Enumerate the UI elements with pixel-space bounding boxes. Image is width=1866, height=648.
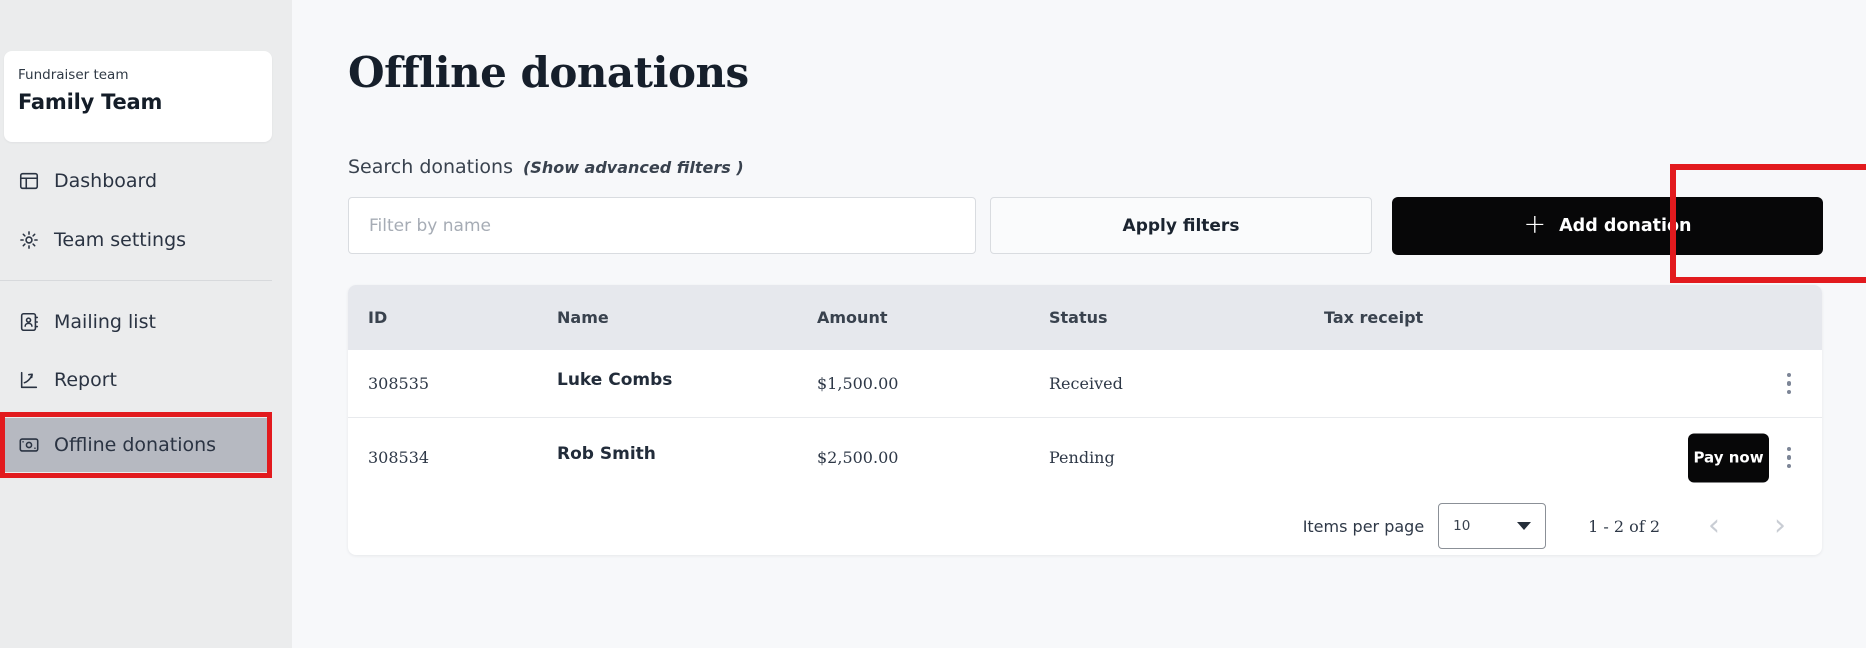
team-card-label: Fundraiser team	[18, 67, 258, 83]
column-header-name: Name	[557, 285, 609, 350]
team-card: Fundraiser team Family Team	[4, 51, 272, 142]
column-header-status: Status	[1049, 285, 1108, 350]
cell-name: Rob Smith	[557, 414, 656, 493]
row-actions-kebab-icon[interactable]	[1780, 369, 1798, 399]
sidebar-item-report[interactable]: Report	[0, 353, 272, 407]
items-per-page-value: 10	[1453, 518, 1470, 534]
chevron-left-icon[interactable]: ‹	[1702, 511, 1726, 541]
search-donations-label: Search donations	[348, 156, 513, 178]
main-content: Offline donations Search donations (Show…	[292, 0, 1866, 648]
items-per-page-select[interactable]: 10	[1438, 503, 1546, 549]
cell-id: 308535	[368, 350, 429, 417]
column-header-tax-receipt: Tax receipt	[1324, 285, 1423, 350]
team-name: Family Team	[18, 90, 258, 114]
sidebar-item-label: Dashboard	[54, 170, 157, 192]
sidebar-item-label: Team settings	[54, 229, 186, 251]
sidebar-item-label: Report	[54, 369, 117, 391]
cell-name: Luke Combs	[557, 346, 672, 413]
search-label-row: Search donations (Show advanced filters …	[348, 156, 744, 178]
show-advanced-filters-link[interactable]: (Show advanced filters )	[523, 158, 744, 177]
filter-by-name-input[interactable]	[348, 197, 976, 254]
sidebar-item-mailing-list[interactable]: Mailing list	[0, 295, 272, 349]
pagination-range: 1 - 2 of 2	[1588, 517, 1660, 536]
page-title: Offline donations	[348, 48, 749, 97]
dropdown-arrow-icon	[1517, 522, 1531, 530]
add-donation-label: Add donation	[1559, 216, 1691, 236]
cell-id: 308534	[368, 418, 429, 497]
sidebar-item-label: Mailing list	[54, 311, 156, 333]
apply-filters-button[interactable]: Apply filters	[990, 197, 1372, 254]
pagination-bar: Items per page 10 1 - 2 of 2 ‹ ›	[348, 497, 1822, 555]
plus-icon: +	[1524, 211, 1547, 238]
cell-amount: $2,500.00	[817, 418, 898, 497]
row-actions-kebab-icon[interactable]	[1780, 443, 1798, 473]
table-row: 308535 Luke Combs $1,500.00 Received	[348, 350, 1822, 417]
donations-table: ID Name Amount Status Tax receipt 308535…	[348, 285, 1822, 555]
sidebar-divider	[0, 280, 272, 281]
table-header-row: ID Name Amount Status Tax receipt	[348, 285, 1822, 350]
gear-icon	[18, 229, 40, 251]
cell-status: Received	[1049, 350, 1123, 417]
table-row: 308534 Rob Smith $2,500.00 Pending Pay n…	[348, 417, 1822, 497]
banknote-icon	[18, 434, 40, 456]
pay-now-button[interactable]: Pay now	[1688, 433, 1769, 482]
column-header-amount: Amount	[817, 285, 887, 350]
add-donation-button[interactable]: + Add donation	[1392, 197, 1823, 255]
column-header-id: ID	[368, 285, 387, 350]
cell-status: Pending	[1049, 418, 1115, 497]
sidebar: Fundraiser team Family Team Dashboard Te…	[0, 0, 292, 648]
dashboard-icon	[18, 170, 40, 192]
items-per-page-label: Items per page	[1303, 517, 1424, 536]
sidebar-item-label: Offline donations	[54, 434, 216, 456]
sidebar-item-team-settings[interactable]: Team settings	[0, 213, 272, 267]
report-chart-icon	[18, 369, 40, 391]
sidebar-item-dashboard[interactable]: Dashboard	[0, 154, 272, 208]
address-book-icon	[18, 311, 40, 333]
cell-amount: $1,500.00	[817, 350, 898, 417]
chevron-right-icon[interactable]: ›	[1768, 511, 1792, 541]
sidebar-item-offline-donations[interactable]: Offline donations	[0, 418, 272, 472]
